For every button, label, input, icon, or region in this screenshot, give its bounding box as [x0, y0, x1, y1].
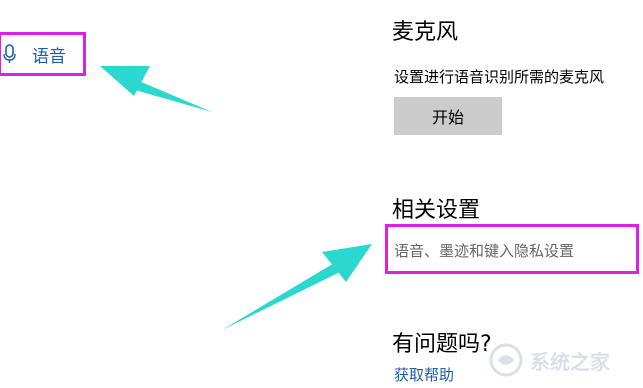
microphone-description: 设置进行语音识别所需的麦克风	[394, 68, 605, 86]
annotation-arrows	[100, 66, 372, 330]
settings-page: 语音 麦克风 设置进行语音识别所需的麦克风 开始 相关设置 语音、墨迹和键入隐私…	[0, 0, 643, 388]
highlight-box-speech	[0, 32, 86, 76]
highlight-box-privacy-link	[385, 224, 639, 274]
arrow-to-privacy-link	[222, 244, 372, 330]
related-settings-title: 相关设置	[392, 198, 481, 223]
watermark-logo-icon	[489, 343, 523, 377]
watermark: 系统之家	[488, 338, 638, 382]
help-title: 有问题吗?	[392, 332, 492, 357]
arrow-to-speech	[100, 66, 212, 112]
get-help-link[interactable]: 获取帮助	[394, 364, 454, 385]
microphone-title: 麦克风	[392, 20, 459, 45]
start-button[interactable]: 开始	[394, 97, 502, 135]
watermark-text: 系统之家	[530, 349, 610, 374]
